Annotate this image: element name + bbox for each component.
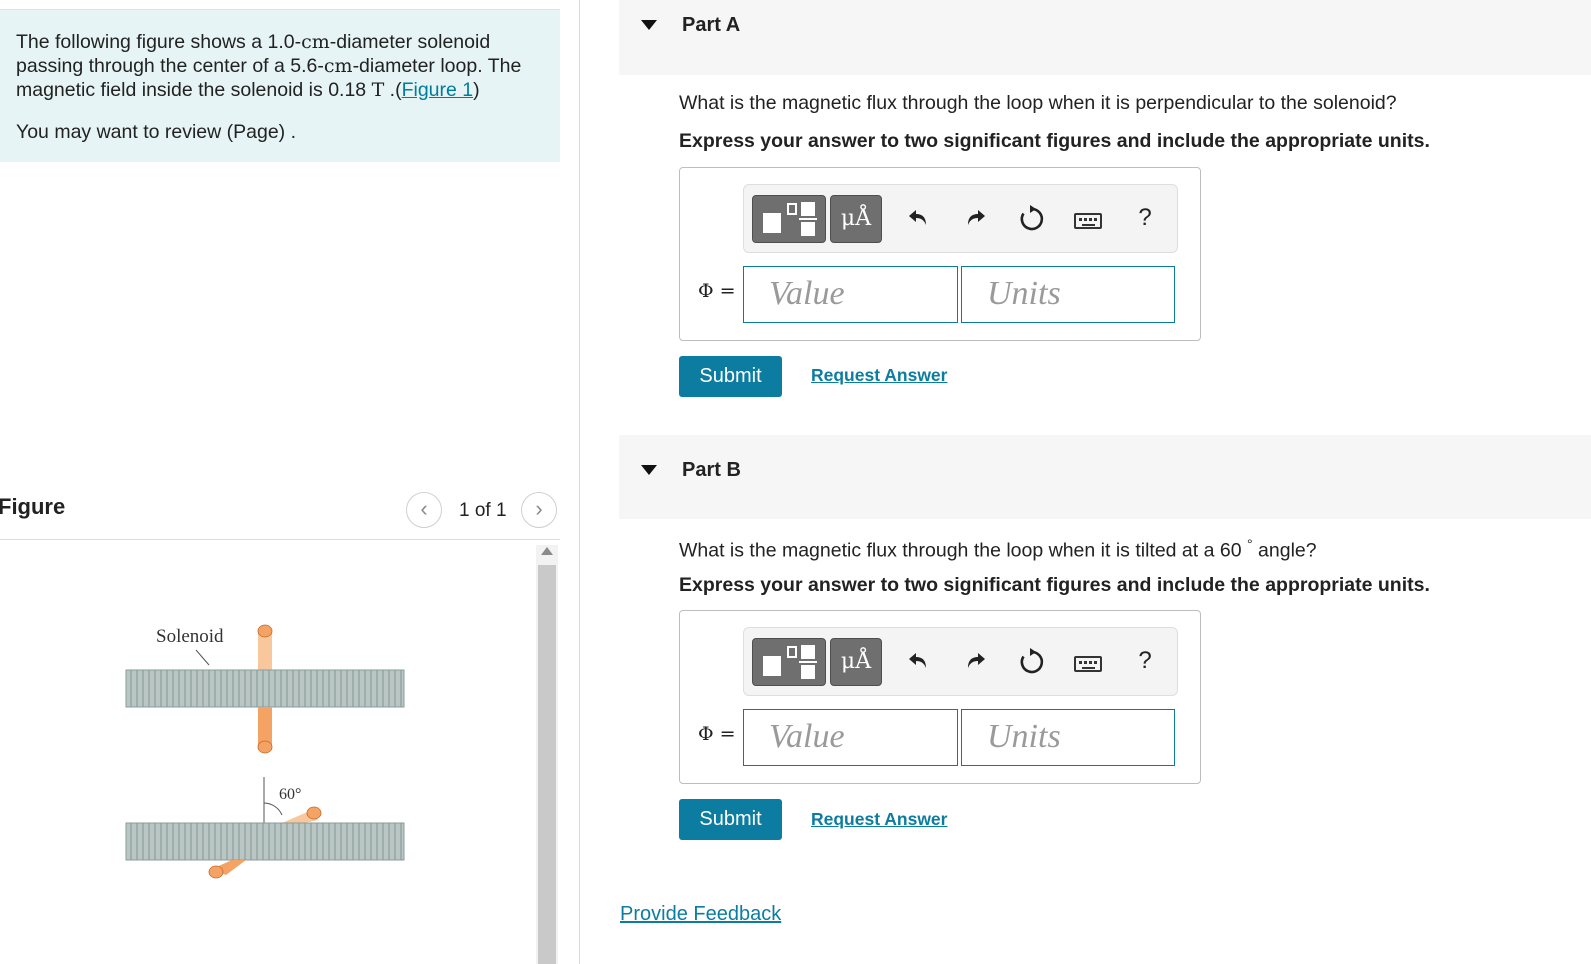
scroll-up-arrow-icon[interactable]	[541, 547, 553, 555]
tilted-loop-end-top	[306, 806, 322, 820]
figure-header: Figure ‹ 1 of 1 ›	[0, 490, 560, 540]
units-input[interactable]: Units	[961, 709, 1175, 766]
field-unit: T	[371, 79, 385, 101]
template-block-icon	[763, 656, 781, 676]
math-toolbar: μÅ ?	[743, 627, 1178, 696]
reset-icon[interactable]	[1017, 646, 1047, 676]
provide-feedback-link[interactable]: Provide Feedback	[620, 903, 781, 926]
submit-button[interactable]: Submit	[679, 799, 782, 840]
part-a-question: What is the magnetic flux through the lo…	[679, 92, 1397, 114]
redo-icon[interactable]	[960, 646, 990, 676]
left-panel: The following figure shows a 1.0-cm-diam…	[0, 0, 580, 964]
d1-unit: cm	[301, 31, 330, 53]
part-b-title: Part B	[682, 459, 741, 481]
phi-label: Φ =	[698, 280, 736, 302]
caret-down-icon[interactable]	[641, 20, 657, 30]
chevron-right-icon: ›	[535, 496, 543, 521]
keyboard-shape-icon	[1074, 213, 1102, 229]
loop-end-bottom	[257, 740, 273, 754]
math-toolbar: μÅ ?	[743, 184, 1178, 253]
template-block-icon	[801, 202, 815, 216]
question-text: What is the magnetic flux through the lo…	[679, 539, 1220, 562]
figure-page-indicator: 1 of 1	[459, 500, 507, 521]
template-block-icon	[801, 645, 815, 659]
angle-arc	[263, 802, 283, 816]
solenoid-figure: Solenoid 60°	[125, 624, 405, 879]
keyboard-icon[interactable]	[1072, 646, 1102, 676]
help-button[interactable]: ?	[1130, 203, 1160, 233]
part-b-header[interactable]: Part B	[619, 435, 1591, 519]
reset-icon[interactable]	[1017, 203, 1047, 233]
figure-title: Figure	[0, 494, 66, 519]
fraction-template-button[interactable]	[752, 638, 826, 686]
units-button[interactable]: μÅ	[830, 195, 882, 243]
part-a-answer-box: μÅ ? Φ = Value Units	[679, 167, 1201, 341]
keyboard-shape-icon	[1074, 656, 1102, 672]
link-prefix: .(	[384, 79, 402, 101]
solenoid-top	[125, 669, 405, 708]
link-suffix: )	[473, 79, 480, 101]
intro-text: The following figure shows a	[16, 31, 268, 53]
prev-figure-button[interactable]: ‹	[406, 492, 442, 528]
part-b-instruction: Express your answer to two significant f…	[679, 574, 1430, 596]
d2-value: 5.6	[290, 55, 318, 77]
template-block-icon	[787, 203, 797, 215]
template-block-icon	[801, 665, 815, 679]
solenoid-bottom	[125, 822, 405, 861]
figure-area: Solenoid 60°	[0, 541, 560, 964]
template-block-icon	[801, 222, 815, 236]
submit-button[interactable]: Submit	[679, 356, 782, 397]
panel-divider	[579, 0, 580, 964]
units-button[interactable]: μÅ	[830, 638, 882, 686]
undo-icon[interactable]	[904, 646, 934, 676]
part-b-answer-box: μÅ ? Φ = Value Units	[679, 610, 1201, 784]
tilted-loop-end-bottom	[208, 865, 224, 879]
part-a-title: Part A	[682, 14, 741, 36]
angle-label: 60°	[279, 786, 301, 803]
fraction-bar-icon	[799, 661, 817, 663]
template-block-icon	[763, 213, 781, 233]
angle-value: 60	[1219, 539, 1242, 562]
help-button[interactable]: ?	[1130, 646, 1160, 676]
question-text: angle?	[1252, 539, 1317, 562]
undo-icon[interactable]	[904, 203, 934, 233]
loop-end-top	[257, 624, 273, 638]
template-block-icon	[787, 646, 797, 658]
redo-icon[interactable]	[960, 203, 990, 233]
keyboard-icon[interactable]	[1072, 203, 1102, 233]
caret-down-icon[interactable]	[641, 465, 657, 475]
request-answer-link[interactable]: Request Answer	[811, 809, 947, 830]
value-input[interactable]: Value	[743, 709, 958, 766]
review-text: You may want to review (Page) .	[16, 121, 296, 143]
chevron-left-icon: ‹	[420, 496, 428, 521]
problem-statement: The following figure shows a 1.0-cm-diam…	[16, 31, 522, 101]
part-a-header[interactable]: Part A	[619, 0, 1591, 75]
request-answer-link[interactable]: Request Answer	[811, 365, 947, 386]
solenoid-label: Solenoid	[156, 626, 224, 647]
part-a-instruction: Express your answer to two significant f…	[679, 130, 1430, 152]
field-value: 0.18	[328, 79, 367, 101]
part-b-question: What is the magnetic flux through the lo…	[679, 536, 1317, 563]
figure-link[interactable]: Figure 1	[402, 79, 474, 101]
scrollbar-thumb[interactable]	[538, 565, 556, 964]
next-figure-button[interactable]: ›	[521, 492, 557, 528]
d2-unit: cm	[323, 55, 353, 77]
fraction-template-button[interactable]	[752, 195, 826, 243]
problem-intro: The following figure shows a 1.0-cm-diam…	[0, 9, 560, 162]
units-input[interactable]: Units	[961, 266, 1175, 323]
d1-value: 1.0	[267, 31, 295, 53]
solenoid-label-leader	[195, 649, 210, 666]
value-input[interactable]: Value	[743, 266, 958, 323]
phi-label: Φ =	[698, 723, 736, 745]
fraction-bar-icon	[799, 218, 817, 220]
